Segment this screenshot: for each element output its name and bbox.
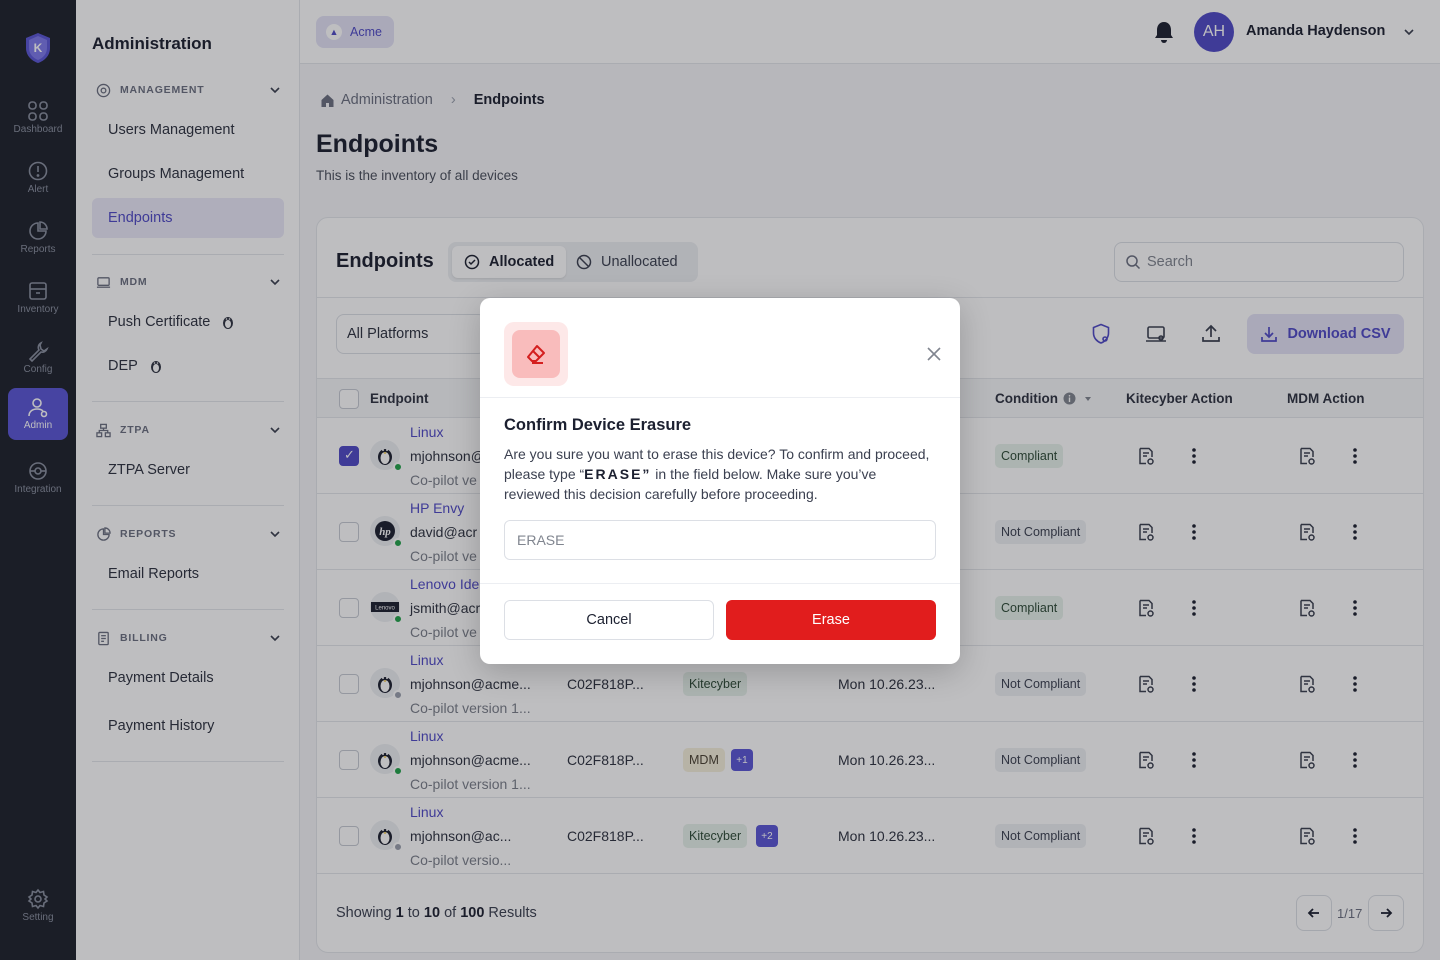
dialog-divider xyxy=(480,397,960,398)
confirm-erase-dialog: Confirm Device Erasure Are you sure you … xyxy=(480,298,960,664)
erase-keyword: ERASE” xyxy=(584,466,652,482)
erase-icon-badge xyxy=(504,322,568,386)
erase-confirm-input[interactable] xyxy=(504,520,936,560)
dialog-divider xyxy=(480,583,960,584)
dialog-title: Confirm Device Erasure xyxy=(504,416,692,434)
eraser-icon xyxy=(527,345,545,364)
dialog-message: Are you sure you want to erase this devi… xyxy=(504,444,936,504)
cancel-button[interactable]: Cancel xyxy=(504,600,714,640)
erase-button[interactable]: Erase xyxy=(726,600,936,640)
close-icon[interactable] xyxy=(926,346,942,362)
